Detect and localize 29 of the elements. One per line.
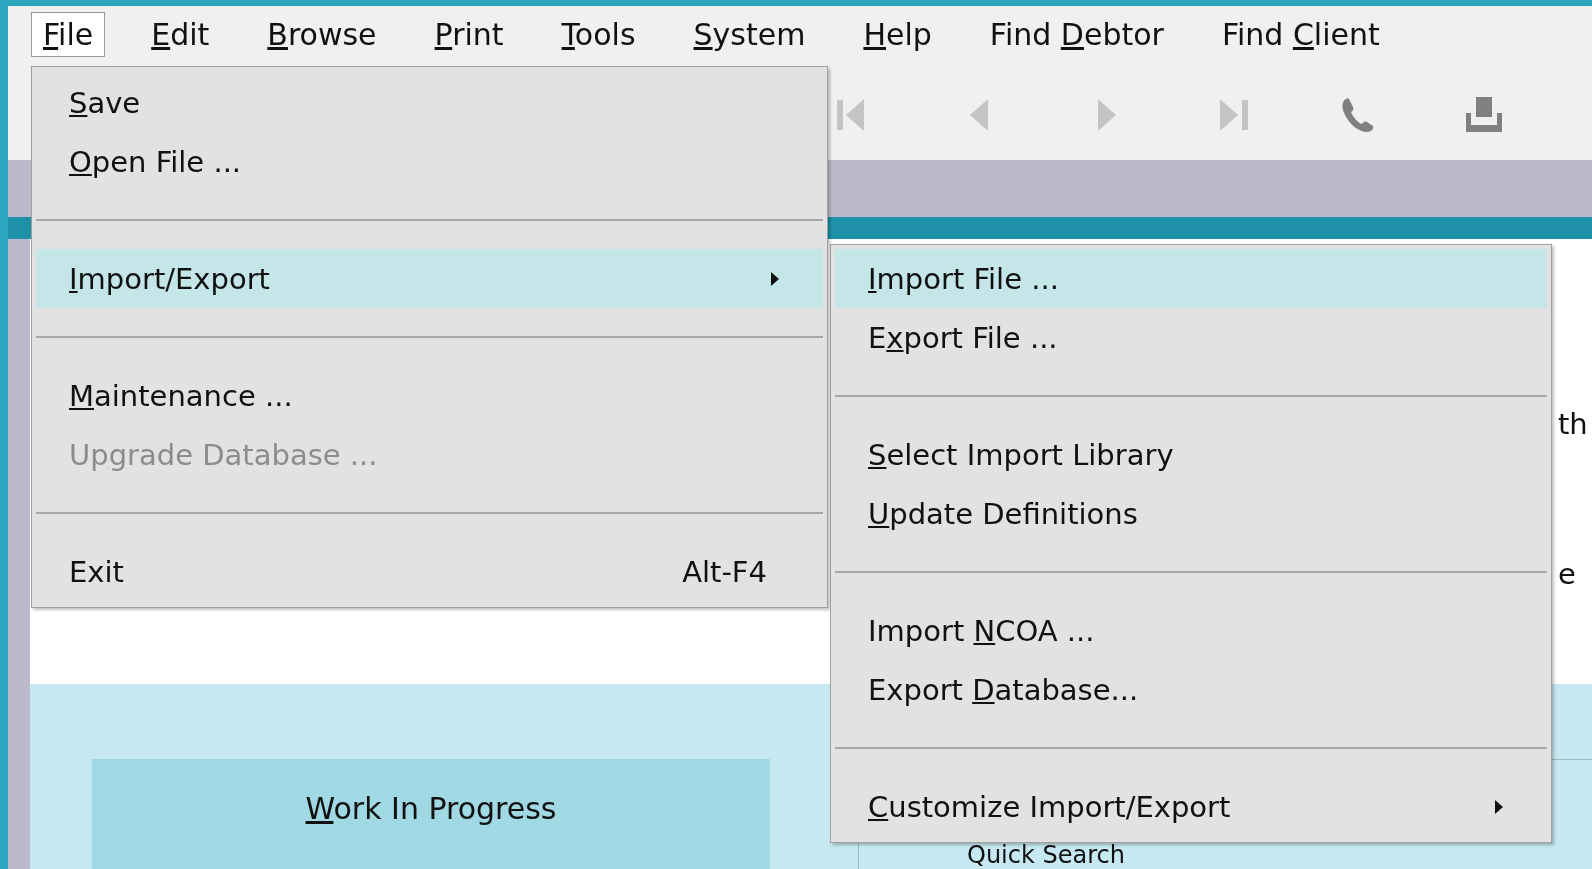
menu-item[interactable]: Select Import Library	[835, 425, 1547, 484]
menu-item[interactable]: Maintenance ...	[36, 366, 823, 425]
menu-item[interactable]: Import/Export	[36, 249, 823, 308]
submenu-arrow-icon	[771, 271, 779, 286]
menu-item[interactable]: Update Definitions	[835, 484, 1547, 543]
menu-item[interactable]: Import File ...	[835, 249, 1547, 308]
menu-bar-item[interactable]: Find Client	[1209, 12, 1392, 57]
menu-bar-item[interactable]: Help	[851, 12, 944, 57]
menu-item[interactable]: Export Database...	[835, 660, 1547, 719]
text-fragment: th	[1558, 407, 1589, 441]
menu-bar-item[interactable]: System	[681, 12, 818, 57]
text-fragment: e	[1558, 557, 1577, 591]
quick-search-title: Quick Search	[967, 843, 1125, 867]
menu-item[interactable]: Save	[36, 73, 823, 132]
menu-item[interactable]: Customize Import/Export	[835, 777, 1547, 836]
tray-icon[interactable]	[1464, 94, 1504, 135]
work-in-progress-button[interactable]: Work In Progress	[92, 759, 770, 869]
menu-item[interactable]: Open File ...	[36, 132, 823, 191]
menu-bar-item[interactable]: Find Debtor	[977, 12, 1176, 57]
menu-bar-item[interactable]: Browse	[255, 12, 389, 57]
menu-item[interactable]: Exit Alt-F4	[36, 542, 823, 601]
menu-item[interactable]: Export File ...	[835, 308, 1547, 367]
menu-item[interactable]: Import NCOA ...	[835, 601, 1547, 660]
menu-bar-item[interactable]: Print	[422, 12, 516, 57]
shortcut-text: Alt-F4	[682, 554, 767, 589]
submenu-arrow-icon	[1495, 799, 1503, 814]
menu-bar-item[interactable]: Edit	[139, 12, 222, 57]
menu-bar-item[interactable]: Tools	[549, 12, 648, 57]
menu-bar-item[interactable]: File	[31, 12, 106, 57]
